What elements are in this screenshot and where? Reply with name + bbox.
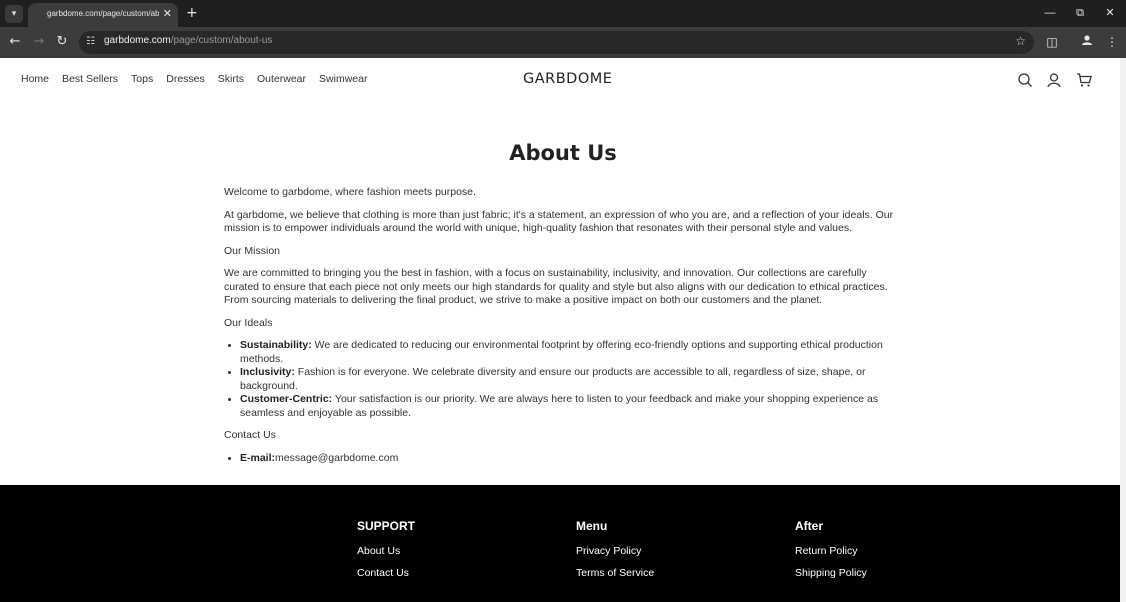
mission-statement: At garbdome, we believe that clothing is… <box>224 208 894 235</box>
site-footer: SUPPORT About Us Contact Us Menu Privacy… <box>0 485 1120 602</box>
mission-heading: Our Mission <box>224 244 281 257</box>
footer-heading: After <box>795 519 824 533</box>
browser-toolbar: ← → ↻ ☷ garbdome.com/page/custom/about-u… <box>0 27 1126 58</box>
nav-tops[interactable]: Tops <box>131 73 153 85</box>
email-label: E-mail: <box>240 451 276 464</box>
cart-icon[interactable] <box>1076 72 1092 88</box>
extensions-icon[interactable]: ◫ <box>1043 33 1061 51</box>
ideals-list: Sustainability: We are dedicated to redu… <box>240 339 894 420</box>
ideals-heading: Our Ideals <box>224 316 273 329</box>
list-item: Sustainability: We are dedicated to redu… <box>240 339 894 366</box>
page-title: About Us <box>509 141 617 165</box>
site-info-icon[interactable]: ☷ <box>86 36 98 48</box>
list-item: Customer-Centric: Your satisfaction is o… <box>240 393 894 420</box>
footer-link-shipping-policy[interactable]: Shipping Policy <box>795 567 867 579</box>
forward-arrow-icon[interactable]: → <box>30 33 48 51</box>
nav-dresses[interactable]: Dresses <box>166 73 205 85</box>
footer-link-privacy-policy[interactable]: Privacy Policy <box>576 545 654 557</box>
footer-link-about-us[interactable]: About Us <box>357 545 415 557</box>
new-tab-button[interactable]: + <box>186 5 198 21</box>
mission-text: We are committed to bringing you the bes… <box>224 267 888 306</box>
about-content: Welcome to garbdome, where fashion meets… <box>224 186 894 474</box>
footer-heading: SUPPORT <box>357 519 416 533</box>
site-header: Home Best Sellers Tops Dresses Skirts Ou… <box>0 58 1126 103</box>
list-item: Inclusivity: Fashion is for everyone. We… <box>240 366 894 393</box>
footer-column-support: SUPPORT About Us Contact Us <box>357 519 415 589</box>
nav-swimwear[interactable]: Swimwear <box>319 73 367 85</box>
contact-heading: Contact Us <box>224 429 276 441</box>
footer-link-return-policy[interactable]: Return Policy <box>795 545 867 557</box>
minimize-icon[interactable]: — <box>1040 4 1060 22</box>
tab-search-button[interactable]: ▾ <box>5 5 23 23</box>
reload-icon[interactable]: ↻ <box>53 33 71 51</box>
nav-outerwear[interactable]: Outerwear <box>257 73 306 85</box>
footer-link-contact-us[interactable]: Contact Us <box>357 567 415 579</box>
tab-close-icon[interactable]: ✕ <box>163 7 172 21</box>
contact-list: E-mail:message@garbdome.com <box>240 452 894 466</box>
intro-text: Welcome to garbdome, where fashion meets… <box>224 186 476 198</box>
footer-column-after: After Return Policy Shipping Policy <box>795 519 867 589</box>
back-arrow-icon[interactable]: ← <box>6 33 24 51</box>
main-nav: Home Best Sellers Tops Dresses Skirts Ou… <box>21 73 380 85</box>
nav-home[interactable]: Home <box>21 73 49 85</box>
address-bar[interactable]: ☷ garbdome.com/page/custom/about-us ☆ <box>79 31 1034 54</box>
footer-heading: Menu <box>576 519 608 533</box>
browser-menu-icon[interactable]: ⋮ <box>1103 33 1121 51</box>
email-link[interactable]: message@garbdome.com <box>275 452 398 464</box>
site-logo[interactable]: GARBDOME <box>523 71 612 87</box>
footer-link-terms-of-service[interactable]: Terms of Service <box>576 567 654 579</box>
nav-best-sellers[interactable]: Best Sellers <box>62 73 118 85</box>
bookmark-star-icon[interactable]: ☆ <box>1015 34 1026 48</box>
browser-tab[interactable]: garbdome.com/page/custom/about-us ✕ <box>28 3 178 27</box>
nav-skirts[interactable]: Skirts <box>218 73 244 85</box>
url-text: garbdome.com/page/custom/about-us <box>104 35 273 46</box>
account-icon[interactable] <box>1046 72 1062 88</box>
page-scrollbar[interactable] <box>1120 58 1126 602</box>
tab-title: garbdome.com/page/custom/about-us <box>47 9 159 18</box>
browser-tabstrip: ▾ garbdome.com/page/custom/about-us ✕ + … <box>0 0 1126 27</box>
restore-icon[interactable]: ⧉ <box>1070 4 1090 22</box>
search-icon[interactable] <box>1017 72 1033 88</box>
list-item: E-mail:message@garbdome.com <box>240 452 894 466</box>
profile-icon[interactable] <box>1078 33 1096 51</box>
footer-column-menu: Menu Privacy Policy Terms of Service <box>576 519 654 589</box>
window-close-icon[interactable]: ✕ <box>1100 4 1120 22</box>
